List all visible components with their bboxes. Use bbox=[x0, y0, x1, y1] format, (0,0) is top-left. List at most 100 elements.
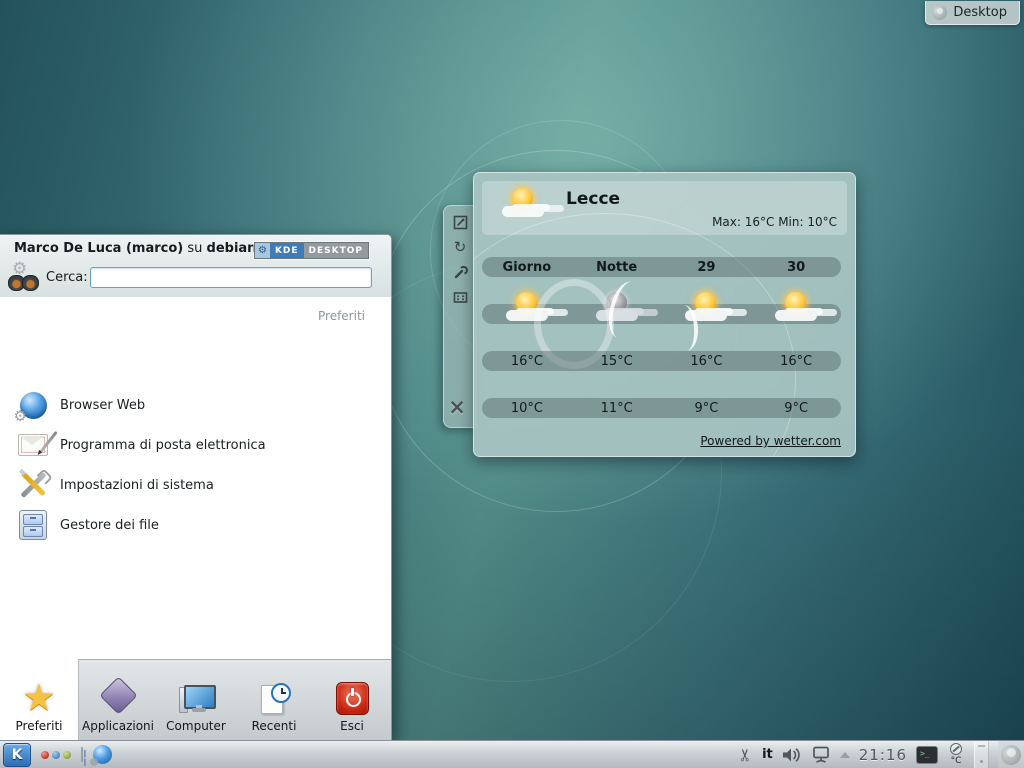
green-dot-icon bbox=[63, 751, 71, 759]
toolbox-label: Desktop bbox=[953, 5, 1007, 20]
weather-col-header: 29 bbox=[662, 257, 752, 277]
weather-header: Lecce Max: 16°C Min: 10°C bbox=[482, 181, 847, 235]
weather-credit-link[interactable]: Powered by wetter.com bbox=[700, 434, 841, 448]
kde-desktop-badge: ⚙ KDE DESKTOP bbox=[254, 242, 369, 259]
panel-launchers: K bbox=[0, 743, 112, 767]
desktop-toolbox[interactable]: Desktop bbox=[925, 1, 1020, 25]
taskbar-panel: K ✂ it 21:16 >_ °C bbox=[0, 740, 1024, 768]
configure-wrench-icon[interactable] bbox=[452, 264, 469, 281]
tab-preferiti[interactable]: ★ Preferiti bbox=[0, 659, 79, 740]
wallpaper-ring-decor bbox=[473, 213, 796, 457]
digital-clock[interactable]: 21:16 bbox=[859, 746, 907, 764]
red-dot-icon bbox=[41, 751, 49, 759]
tray-expand-arrow-icon[interactable] bbox=[840, 752, 850, 758]
user-name: Marco De Luca (marco) bbox=[14, 241, 183, 256]
badge-desktop-label: DESKTOP bbox=[304, 243, 368, 258]
weather-col-header: 30 bbox=[751, 257, 841, 277]
sun-cloud-icon bbox=[504, 291, 550, 325]
weather-col-header: Notte bbox=[572, 257, 662, 277]
weather-location: Lecce bbox=[566, 189, 620, 209]
plasma-cashew-icon bbox=[932, 5, 947, 20]
kickoff-tab-strip: ★ Preferiti Applicazioni Computer Recent… bbox=[0, 659, 391, 740]
weather-column-headers: Giorno Notte 29 30 bbox=[482, 257, 841, 277]
kickoff-favorites-view: Preferiti ⚙ Browser Web Programma di pos… bbox=[0, 297, 391, 660]
weather-night-temps: 10°C 11°C 9°C 9°C bbox=[482, 398, 841, 418]
tab-esci[interactable]: Esci bbox=[313, 660, 391, 740]
star-icon: ★ bbox=[22, 681, 55, 715]
system-tray: ✂ it 21:16 >_ °C bbox=[739, 741, 1024, 768]
night-temp: 9°C bbox=[751, 398, 841, 418]
kde-logo-icon: K bbox=[12, 747, 23, 763]
weather-day-temps: 16°C 15°C 16°C 16°C bbox=[482, 351, 841, 371]
recent-documents-icon bbox=[257, 683, 291, 715]
panel-cashew-button[interactable] bbox=[998, 741, 1024, 768]
kde-gear-icon: ⚙ bbox=[255, 243, 270, 258]
computer-icon bbox=[179, 683, 213, 715]
tab-recenti[interactable]: Recenti bbox=[235, 660, 313, 740]
night-temp: 9°C bbox=[662, 398, 752, 418]
menu-item-label: Programma di posta elettronica bbox=[60, 438, 266, 453]
volume-icon[interactable] bbox=[782, 747, 802, 763]
settings-grid-icon[interactable] bbox=[452, 289, 469, 306]
clipboard-scissors-icon[interactable]: ✂ bbox=[736, 747, 756, 761]
search-binoculars-icon: ⚙ bbox=[8, 263, 40, 293]
network-monitor-icon[interactable] bbox=[811, 746, 831, 764]
moon-cloud-icon bbox=[594, 291, 640, 325]
file-manager-icon bbox=[16, 508, 50, 542]
tab-label: Recenti bbox=[252, 719, 297, 733]
tab-label: Esci bbox=[340, 719, 364, 733]
menu-item-file-manager[interactable]: Gestore dei file bbox=[0, 505, 385, 545]
rotate-icon[interactable]: ↻ bbox=[452, 239, 469, 256]
user-connector: su bbox=[187, 241, 202, 256]
menu-item-label: Gestore dei file bbox=[60, 518, 159, 533]
file-manager-launcher-icon[interactable] bbox=[81, 748, 82, 762]
blue-dot-icon bbox=[52, 751, 60, 759]
power-exit-icon bbox=[336, 682, 369, 715]
sun-cloud-icon bbox=[683, 291, 729, 325]
tab-computer[interactable]: Computer bbox=[157, 660, 235, 740]
applications-diamond-icon bbox=[99, 676, 137, 714]
terminal-tray-icon[interactable]: >_ bbox=[916, 746, 938, 764]
night-temp: 10°C bbox=[482, 398, 572, 418]
night-temp: 11°C bbox=[572, 398, 662, 418]
kickoff-menu: Marco De Luca (marco) su debian ⚙ KDE DE… bbox=[0, 234, 392, 741]
weather-celsius-tray-icon[interactable]: °C bbox=[947, 743, 965, 766]
sun-cloud-icon bbox=[773, 291, 819, 325]
resize-icon[interactable] bbox=[452, 214, 469, 231]
kde-desktop: { "desktop_toolbox": { "label": "Desktop… bbox=[0, 0, 1024, 768]
plasma-cashew-icon bbox=[1001, 745, 1021, 765]
tab-label: Computer bbox=[166, 719, 226, 733]
activity-dots-icon[interactable] bbox=[41, 751, 71, 759]
favorites-category-label: Preferiti bbox=[318, 309, 365, 323]
menu-item-system-settings[interactable]: Impostazioni di sistema bbox=[0, 465, 385, 505]
menu-item-label: Browser Web bbox=[60, 398, 145, 413]
keyboard-layout-indicator[interactable]: it bbox=[762, 747, 773, 762]
tab-label: Applicazioni bbox=[82, 719, 154, 733]
day-temp: 16°C bbox=[751, 351, 841, 371]
weather-widget: Lecce Max: 16°C Min: 10°C Giorno Notte 2… bbox=[473, 172, 856, 457]
host-name: debian bbox=[207, 241, 257, 256]
tab-applicazioni[interactable]: Applicazioni bbox=[79, 660, 157, 740]
weather-condition-row bbox=[482, 304, 841, 324]
weather-col-header: Giorno bbox=[482, 257, 572, 277]
day-temp: 16°C bbox=[662, 351, 752, 371]
kde-menu-button[interactable]: K bbox=[3, 743, 31, 767]
search-input[interactable] bbox=[90, 267, 372, 288]
panel-spacer-handle[interactable] bbox=[974, 741, 989, 768]
close-icon[interactable]: × bbox=[444, 395, 470, 419]
menu-item-browser-web[interactable]: ⚙ Browser Web bbox=[0, 385, 385, 425]
menu-item-label: Impostazioni di sistema bbox=[60, 478, 214, 493]
weather-widget-handle[interactable]: ↻ × bbox=[443, 205, 477, 428]
day-temp: 16°C bbox=[482, 351, 572, 371]
mail-client-icon bbox=[16, 428, 50, 462]
kickoff-user-line: Marco De Luca (marco) su debian bbox=[14, 241, 256, 256]
weather-max-min: Max: 16°C Min: 10°C bbox=[712, 215, 837, 229]
day-temp: 15°C bbox=[572, 351, 662, 371]
kickoff-header: Marco De Luca (marco) su debian ⚙ KDE DE… bbox=[0, 235, 391, 298]
weather-current-icon bbox=[500, 187, 546, 221]
web-browser-launcher-icon[interactable] bbox=[93, 745, 112, 764]
system-settings-icon bbox=[16, 468, 50, 502]
badge-kde-label: KDE bbox=[270, 243, 304, 258]
menu-item-mail-client[interactable]: Programma di posta elettronica bbox=[0, 425, 385, 465]
search-label: Cerca: bbox=[46, 270, 88, 285]
